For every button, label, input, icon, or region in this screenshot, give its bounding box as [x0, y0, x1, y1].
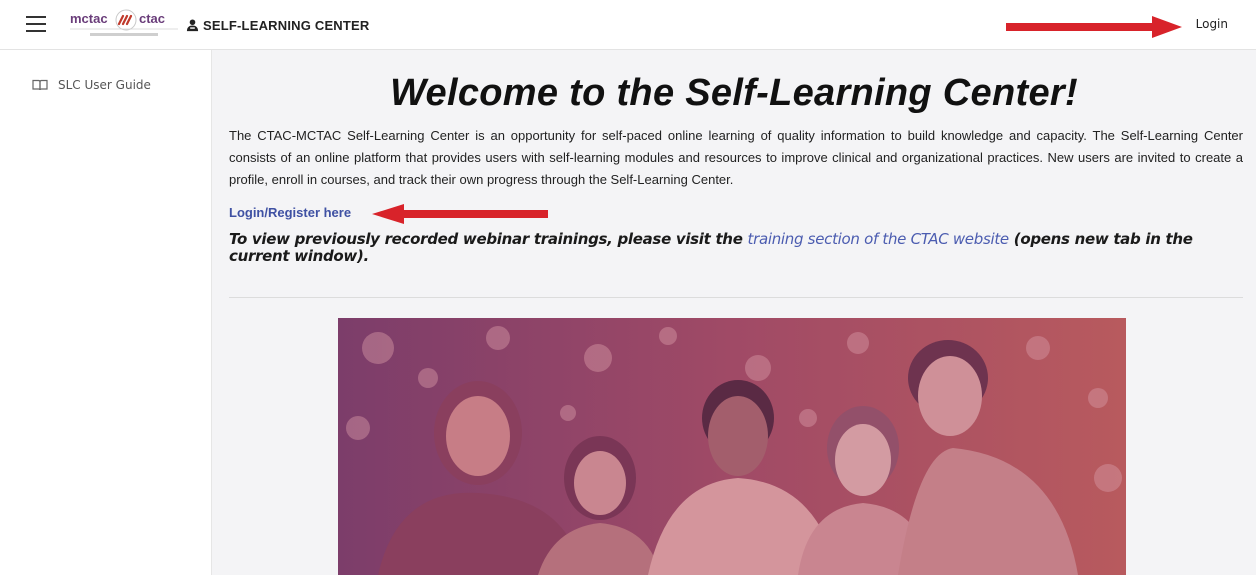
book-icon — [32, 79, 48, 91]
webinar-notice: To view previously recorded webinar trai… — [229, 231, 1249, 265]
annotation-arrow-left-icon — [372, 204, 548, 224]
intro-paragraph: The CTAC-MCTAC Self-Learning Center is a… — [229, 128, 1243, 187]
login-link[interactable]: Login — [1196, 17, 1228, 31]
ctac-training-link[interactable]: training section of the CTAC website — [748, 230, 1010, 248]
left-sidebar: SLC User Guide — [0, 50, 212, 575]
sidebar-item-label: SLC User Guide — [58, 78, 151, 92]
person-icon — [186, 18, 199, 31]
page-title: Welcome to the Self-Learning Center! — [390, 72, 1078, 114]
top-navbar: mctac ctac SELF-LEARNING CENTER Login — [0, 0, 1256, 50]
site-logo[interactable]: mctac ctac — [70, 9, 178, 41]
login-register-link[interactable]: Login/Register here — [229, 205, 351, 220]
main-content: Welcome to the Self-Learning Center! The… — [212, 50, 1256, 575]
sidebar-item-slc-user-guide[interactable]: SLC User Guide — [32, 78, 151, 92]
hamburger-icon[interactable] — [26, 16, 46, 32]
logo-mctac-text: mctac — [70, 11, 108, 26]
annotation-arrow-right-icon — [1006, 16, 1182, 38]
brand-title-text: SELF-LEARNING CENTER — [203, 17, 370, 33]
brand-title[interactable]: SELF-LEARNING CENTER — [186, 17, 370, 33]
section-divider — [229, 297, 1243, 298]
webinar-text-before: To view previously recorded webinar trai… — [229, 230, 748, 248]
hero-image — [338, 318, 1126, 575]
logo-ctac-text: ctac — [139, 11, 165, 26]
